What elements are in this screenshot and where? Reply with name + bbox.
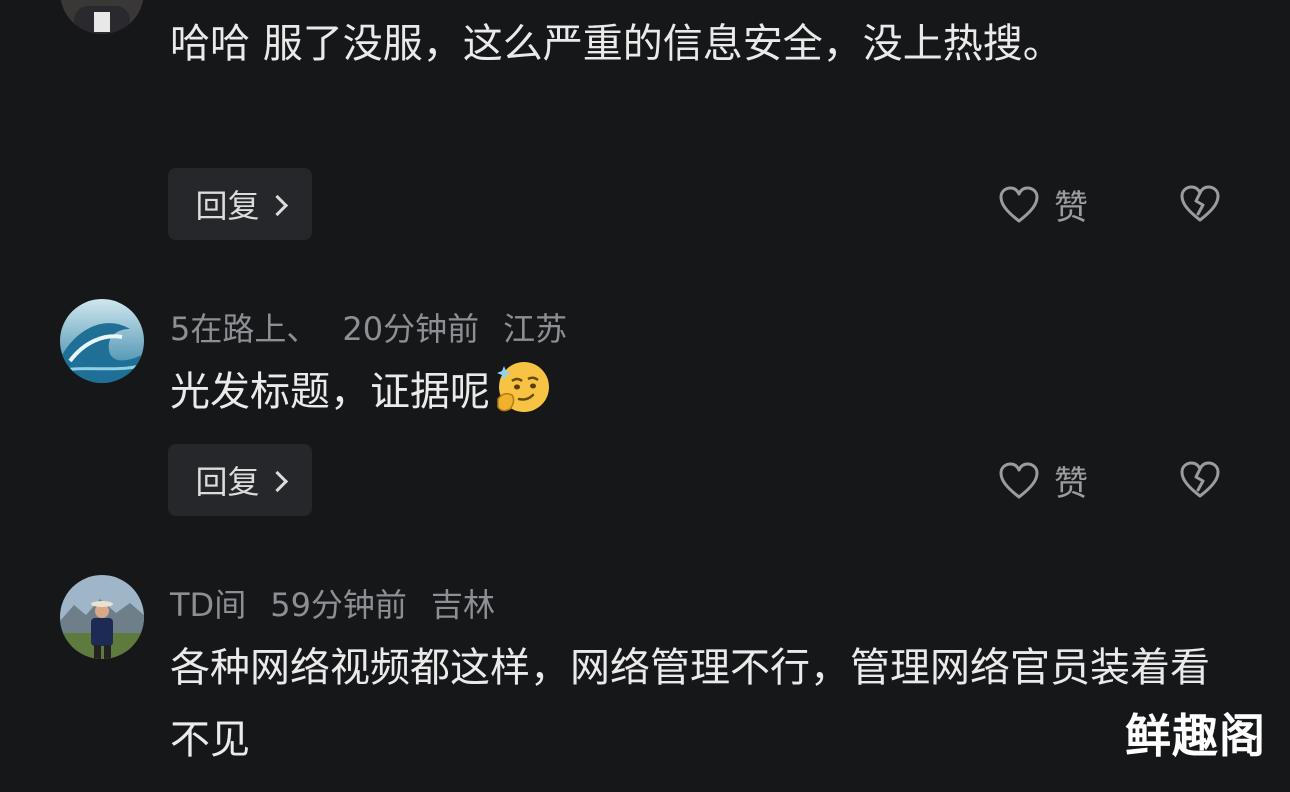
like-label: 赞	[1054, 188, 1088, 228]
comment-text: 光发标题，证据呢	[170, 356, 1220, 438]
heart-outline-icon	[999, 186, 1039, 222]
watermark: 鲜趣阁	[1125, 709, 1266, 763]
comment-text: 各种网络视频都这样，网络管理不行，管理网络官员装着看不见	[170, 645, 1210, 763]
avatar-image	[60, 0, 144, 34]
comment-text: 哈哈 服了没服，这么严重的信息安全，没上热搜。	[170, 21, 1063, 67]
like-button[interactable]: 赞	[998, 456, 1088, 505]
timestamp: 59分钟前	[270, 586, 407, 624]
thinking-smirk-emoji	[492, 359, 552, 438]
broken-heart-icon	[1180, 185, 1220, 222]
avatar-image	[60, 299, 144, 383]
comment-text-body: 光发标题，证据呢	[170, 369, 490, 415]
username[interactable]: 5在路上、	[170, 304, 318, 350]
heart-outline-icon	[999, 462, 1039, 498]
username[interactable]: TD间	[170, 580, 246, 626]
avatar[interactable]	[60, 299, 144, 383]
broken-heart-icon	[1180, 461, 1220, 498]
reply-label: 回复	[195, 463, 260, 501]
location: 江苏	[503, 310, 568, 348]
comment-meta: 5在路上、 20分钟前 江苏	[170, 304, 567, 350]
avatar-image	[60, 575, 144, 659]
reply-button[interactable]: 回复	[168, 444, 312, 516]
dislike-button[interactable]	[1178, 460, 1222, 504]
reply-label: 回复	[195, 187, 260, 225]
dislike-button[interactable]	[1178, 184, 1222, 228]
avatar[interactable]	[60, 575, 144, 659]
location: 吉林	[430, 586, 495, 624]
like-button[interactable]: 赞	[998, 180, 1088, 229]
timestamp: 20分钟前	[342, 310, 480, 348]
chevron-right-icon	[266, 194, 288, 216]
reply-button[interactable]: 回复	[168, 168, 312, 240]
avatar[interactable]	[60, 0, 144, 34]
like-label: 赞	[1054, 464, 1088, 504]
comment-meta: TD间 59分钟前 吉林	[170, 580, 495, 626]
chevron-right-icon	[266, 470, 288, 492]
